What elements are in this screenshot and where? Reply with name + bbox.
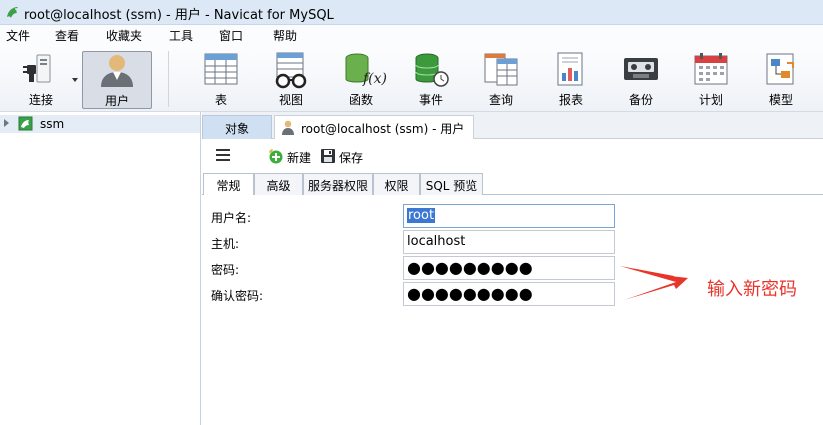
user-editor-tabs: 常规 高级 服务器权限 权限 SQL 预览	[202, 172, 823, 196]
tree-item-label: ssm	[40, 117, 65, 131]
backup-label: 备份	[628, 93, 653, 107]
event-database-clock-icon	[415, 53, 449, 87]
document-tabs: 对象 root@localhost (ssm) - 用户	[202, 112, 823, 139]
navicat-dolphin-icon	[7, 7, 18, 18]
main-toolbar: 连接 用户 表 视图 f(x) 函数 事件 查询 报表 备份 计划 模型	[0, 45, 823, 112]
svg-text:f(x): f(x)	[362, 71, 387, 87]
user-icon	[101, 55, 133, 87]
report-button[interactable]: 报表	[541, 51, 601, 109]
tab-sql-preview[interactable]: SQL 预览	[420, 173, 483, 195]
confirm-password-label: 确认密码:	[211, 289, 264, 303]
password-field[interactable]: ●●●●●●●●●	[403, 256, 615, 280]
backup-tape-icon	[624, 58, 658, 80]
function-label: 函数	[348, 93, 373, 107]
menu-favorites[interactable]: 收藏夹	[106, 27, 142, 44]
username-field[interactable]: root	[403, 204, 615, 228]
annotation-text: 输入新密码	[707, 279, 797, 300]
user-button[interactable]: 用户	[82, 51, 152, 109]
password-label: 密码:	[211, 263, 240, 277]
menu-bar: 文件 查看 收藏夹 工具 窗口 帮助	[0, 25, 823, 45]
view-button[interactable]: 视图	[261, 51, 321, 109]
connection-tree-panel: ssm	[0, 112, 201, 425]
tab-user-editor-label: root@localhost (ssm) - 用户	[301, 122, 465, 136]
host-label: 主机:	[211, 237, 240, 251]
database-icon	[18, 116, 33, 131]
connect-label: 连接	[28, 93, 53, 107]
hamburger-menu-icon[interactable]	[216, 149, 230, 161]
confirm-password-field[interactable]: ●●●●●●●●●	[403, 282, 615, 306]
tab-advanced[interactable]: 高级	[254, 173, 303, 195]
user-icon	[282, 120, 294, 135]
title-bar: root@localhost (ssm) - 用户 - Navicat for …	[0, 0, 823, 25]
menu-window[interactable]: 窗口	[219, 27, 243, 44]
table-button[interactable]: 表	[191, 51, 251, 109]
username-label: 用户名:	[211, 211, 252, 225]
tree-item-ssm[interactable]: ssm	[0, 115, 200, 133]
model-icon	[766, 53, 794, 85]
event-label: 事件	[418, 93, 443, 107]
connect-button[interactable]: 连接	[11, 51, 78, 109]
query-button[interactable]: 查询	[471, 51, 531, 109]
user-label: 用户	[104, 94, 129, 108]
menu-view[interactable]: 查看	[55, 27, 79, 44]
tab-general[interactable]: 常规	[203, 173, 254, 196]
tab-user-editor[interactable]: root@localhost (ssm) - 用户	[274, 115, 474, 139]
view-glasses-icon	[275, 52, 307, 89]
function-icon: f(x)	[345, 53, 387, 87]
menu-file[interactable]: 文件	[6, 27, 30, 44]
calendar-icon	[694, 53, 728, 85]
tab-objects-label: 对象	[224, 122, 249, 136]
tab-objects[interactable]: 对象	[202, 115, 272, 139]
report-label: 报表	[558, 93, 583, 107]
expand-arrow-icon[interactable]	[4, 119, 9, 127]
add-new-icon	[269, 149, 283, 164]
model-label: 模型	[768, 93, 793, 107]
schedule-button[interactable]: 计划	[681, 51, 741, 109]
query-label: 查询	[488, 93, 513, 107]
host-field[interactable]: localhost	[403, 230, 615, 254]
new-label: 新建	[287, 151, 312, 165]
save-label: 保存	[339, 151, 364, 165]
save-disk-icon	[321, 149, 335, 163]
window-title: root@localhost (ssm) - 用户 - Navicat for …	[24, 8, 334, 23]
model-button[interactable]: 模型	[751, 51, 811, 109]
general-form: 用户名: root 主机: localhost 密码: ●●●●●●●●● 确认…	[202, 195, 823, 425]
menu-tools[interactable]: 工具	[169, 27, 193, 44]
backup-button[interactable]: 备份	[611, 51, 671, 109]
username-value: root	[407, 208, 436, 223]
tab-privileges[interactable]: 权限	[373, 173, 420, 195]
tab-server-privileges[interactable]: 服务器权限	[303, 173, 373, 195]
report-icon	[557, 52, 583, 86]
toolbar-separator	[168, 51, 169, 107]
table-label: 表	[214, 93, 227, 107]
annotation-arrow-icon	[620, 266, 688, 300]
query-icon	[484, 53, 518, 86]
dropdown-arrow-icon[interactable]	[72, 78, 78, 82]
function-button[interactable]: f(x) 函数	[331, 51, 391, 109]
schedule-label: 计划	[698, 93, 723, 107]
view-label: 视图	[278, 93, 303, 107]
editor-toolbar: 新建 保存	[202, 140, 823, 172]
table-icon	[204, 53, 238, 85]
menu-help[interactable]: 帮助	[273, 27, 297, 44]
plug-icon	[23, 54, 51, 83]
event-button[interactable]: 事件	[401, 51, 461, 109]
